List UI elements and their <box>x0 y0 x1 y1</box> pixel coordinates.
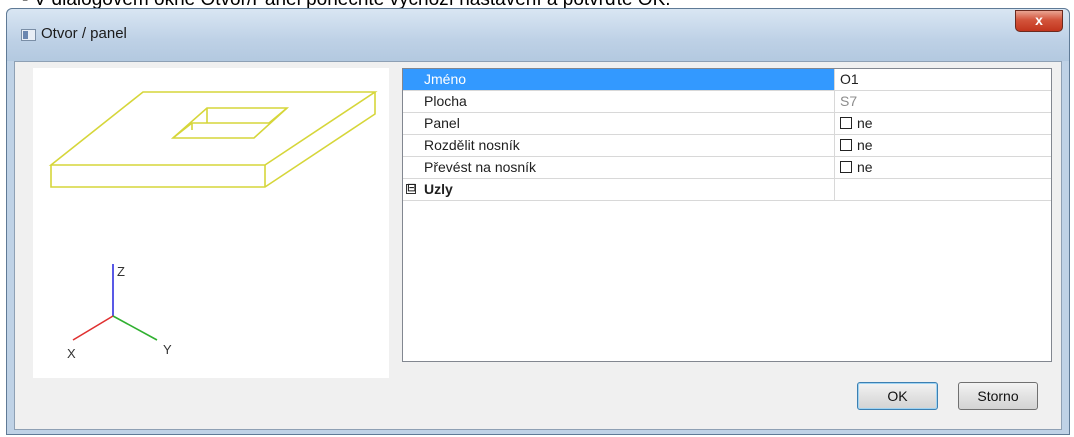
group-name: ⊟ Uzly <box>403 179 835 200</box>
split-beam-checkbox-label: ne <box>857 137 873 153</box>
close-button[interactable]: x <box>1015 10 1063 32</box>
axis-indicator: Z X Y <box>67 264 172 361</box>
panel-outline <box>48 91 378 188</box>
dialog-window: Otvor / panel x Z X Y Jméno O1 Plocha S7… <box>6 8 1070 435</box>
property-row-plocha[interactable]: Plocha S7 <box>403 91 1051 113</box>
property-row-rozdelit-nosnik[interactable]: Rozdělit nosník ne <box>403 135 1051 157</box>
x-axis <box>72 315 114 341</box>
z-axis-label: Z <box>117 264 125 279</box>
surface-value: S7 <box>840 93 858 109</box>
collapse-glyph: ⊟ <box>407 182 417 194</box>
property-row-jmeno[interactable]: Jméno O1 <box>403 69 1051 91</box>
property-name: Panel <box>403 113 835 134</box>
property-name: Plocha <box>403 91 835 112</box>
ok-button[interactable]: OK <box>857 382 938 410</box>
window-icon <box>21 29 36 41</box>
split-beam-checkbox-cell[interactable]: ne <box>835 135 1051 156</box>
convert-to-beam-checkbox[interactable] <box>840 161 852 173</box>
property-name: Rozdělit nosník <box>403 135 835 156</box>
panel-checkbox-cell[interactable]: ne <box>835 113 1051 134</box>
preview-panel: Z X Y <box>33 68 389 378</box>
cancel-button[interactable]: Storno <box>958 382 1038 410</box>
y-axis <box>112 315 158 341</box>
property-group-uzly[interactable]: ⊟ Uzly <box>403 179 1051 201</box>
panel-checkbox[interactable] <box>840 117 852 129</box>
convert-to-beam-checkbox-cell[interactable]: ne <box>835 157 1051 178</box>
property-name: Jméno <box>403 69 835 90</box>
group-value <box>835 179 1051 200</box>
collapse-icon[interactable]: ⊟ <box>406 182 417 194</box>
property-row-prevest-na-nosnik[interactable]: Převést na nosník ne <box>403 157 1051 179</box>
group-label: Uzly <box>424 181 453 197</box>
convert-to-beam-checkbox-label: ne <box>857 159 873 175</box>
panel-checkbox-label: ne <box>857 115 873 131</box>
name-input[interactable]: O1 <box>835 69 1051 90</box>
y-axis-label: Y <box>163 342 172 357</box>
property-row-panel[interactable]: Panel ne <box>403 113 1051 135</box>
property-name: Převést na nosník <box>403 157 835 178</box>
dialog-content: Z X Y Jméno O1 Plocha S7 Panel ne Rozděl… <box>14 61 1062 430</box>
split-beam-checkbox[interactable] <box>840 139 852 151</box>
x-axis-label: X <box>67 346 76 361</box>
close-icon: x <box>1035 12 1043 28</box>
window-title: Otvor / panel <box>41 25 127 42</box>
panel-preview-drawing: Z X Y <box>48 91 378 361</box>
property-grid[interactable]: Jméno O1 Plocha S7 Panel ne Rozdělit nos… <box>402 68 1052 362</box>
title-bar[interactable]: Otvor / panel x <box>7 9 1069 61</box>
